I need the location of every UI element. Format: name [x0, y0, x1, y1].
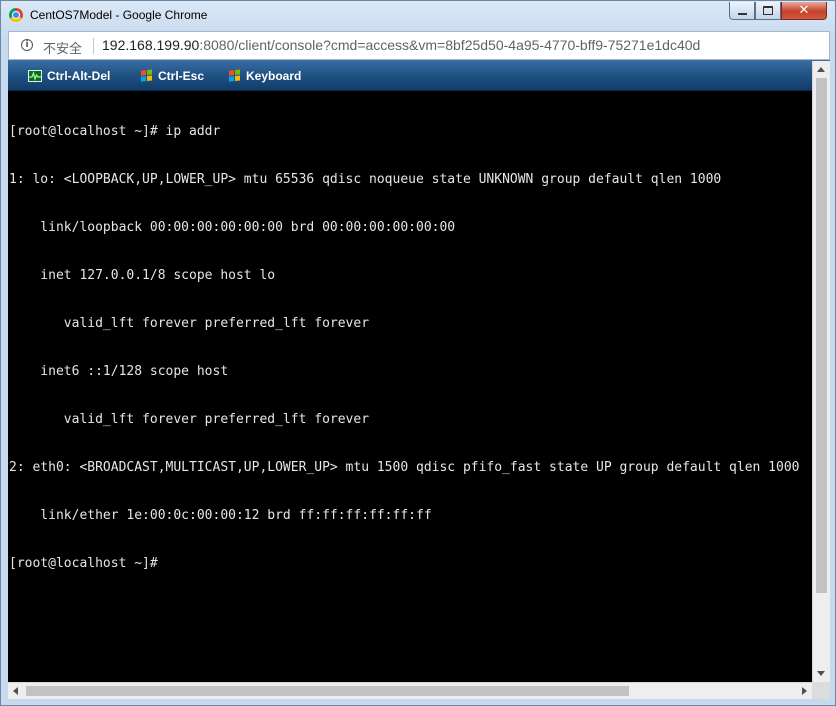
browser-window: CentOS7Model - Google Chrome ✕ i 不安全 192…: [0, 0, 836, 706]
windows-logo-icon: [229, 69, 241, 82]
ctrl-alt-del-button[interactable]: Ctrl-Alt-Del: [28, 68, 110, 84]
terminal-line: link/loopback 00:00:00:00:00:00 brd 00:0…: [9, 220, 456, 235]
horizontal-scroll-thumb[interactable]: [26, 686, 629, 696]
address-bar[interactable]: i 不安全 192.168.199.90:8080/client/console…: [8, 31, 830, 60]
terminal-output: [root@localhost ~]# ip addr 1: lo: <LOOP…: [9, 92, 800, 604]
url-host: 192.168.199.90: [102, 37, 200, 53]
horizontal-scrollbar[interactable]: [8, 682, 812, 699]
scroll-up-arrow-icon[interactable]: [817, 67, 825, 72]
terminal-prompt: [root@localhost ~]#: [9, 556, 166, 571]
info-icon[interactable]: i: [21, 39, 33, 51]
window-title: CentOS7Model - Google Chrome: [30, 8, 208, 22]
ctrl-esc-label: Ctrl-Esc: [158, 69, 205, 83]
terminal-line: valid_lft forever preferred_lft forever: [9, 412, 370, 427]
scrollbar-corner: [812, 682, 830, 699]
keyboard-button[interactable]: Keyboard: [229, 68, 301, 84]
terminal-line: 1: lo: <LOOPBACK,UP,LOWER_UP> mtu 65536 …: [9, 172, 722, 187]
console-toolbar: Ctrl-Alt-Del Ctrl-Esc Keyboard: [8, 60, 830, 91]
terminal-line: link/ether 1e:00:0c:00:00:12 brd ff:ff:f…: [9, 508, 432, 523]
title-bar[interactable]: CentOS7Model - Google Chrome ✕: [1, 1, 835, 29]
terminal-line: inet 127.0.0.1/8 scope host lo: [9, 268, 276, 283]
windows-logo-icon: [141, 69, 153, 82]
terminal-line: [root@localhost ~]# ip addr: [9, 124, 221, 139]
scroll-down-arrow-icon[interactable]: [817, 671, 825, 676]
maximize-icon: [763, 6, 773, 15]
maximize-button[interactable]: [755, 2, 781, 20]
vertical-scrollbar[interactable]: [812, 61, 830, 682]
monitor-icon: [28, 70, 42, 82]
ctrl-alt-del-label: Ctrl-Alt-Del: [47, 69, 111, 83]
terminal-line: 2: eth0: <BROADCAST,MULTICAST,UP,LOWER_U…: [9, 460, 800, 475]
ctrl-esc-button[interactable]: Ctrl-Esc: [141, 68, 204, 84]
url-path: :8080/client/console?cmd=access&vm=8bf25…: [199, 37, 701, 53]
chrome-logo-icon: [9, 8, 23, 22]
scroll-right-arrow-icon[interactable]: [802, 687, 807, 695]
security-status-label[interactable]: 不安全: [43, 38, 82, 57]
address-divider: [93, 38, 94, 54]
scroll-left-arrow-icon[interactable]: [13, 687, 18, 695]
vm-console-screen[interactable]: [root@localhost ~]# ip addr 1: lo: <LOOP…: [8, 91, 812, 682]
vertical-scroll-thumb[interactable]: [816, 78, 827, 593]
close-icon: ✕: [798, 3, 810, 18]
terminal-line: valid_lft forever preferred_lft forever: [9, 316, 370, 331]
minimize-button[interactable]: [729, 2, 755, 20]
close-button[interactable]: ✕: [781, 2, 827, 20]
url-text[interactable]: 192.168.199.90:8080/client/console?cmd=a…: [102, 37, 700, 53]
terminal-line: inet6 ::1/128 scope host: [9, 364, 229, 379]
minimize-icon: [737, 12, 747, 15]
keyboard-label: Keyboard: [246, 69, 302, 83]
